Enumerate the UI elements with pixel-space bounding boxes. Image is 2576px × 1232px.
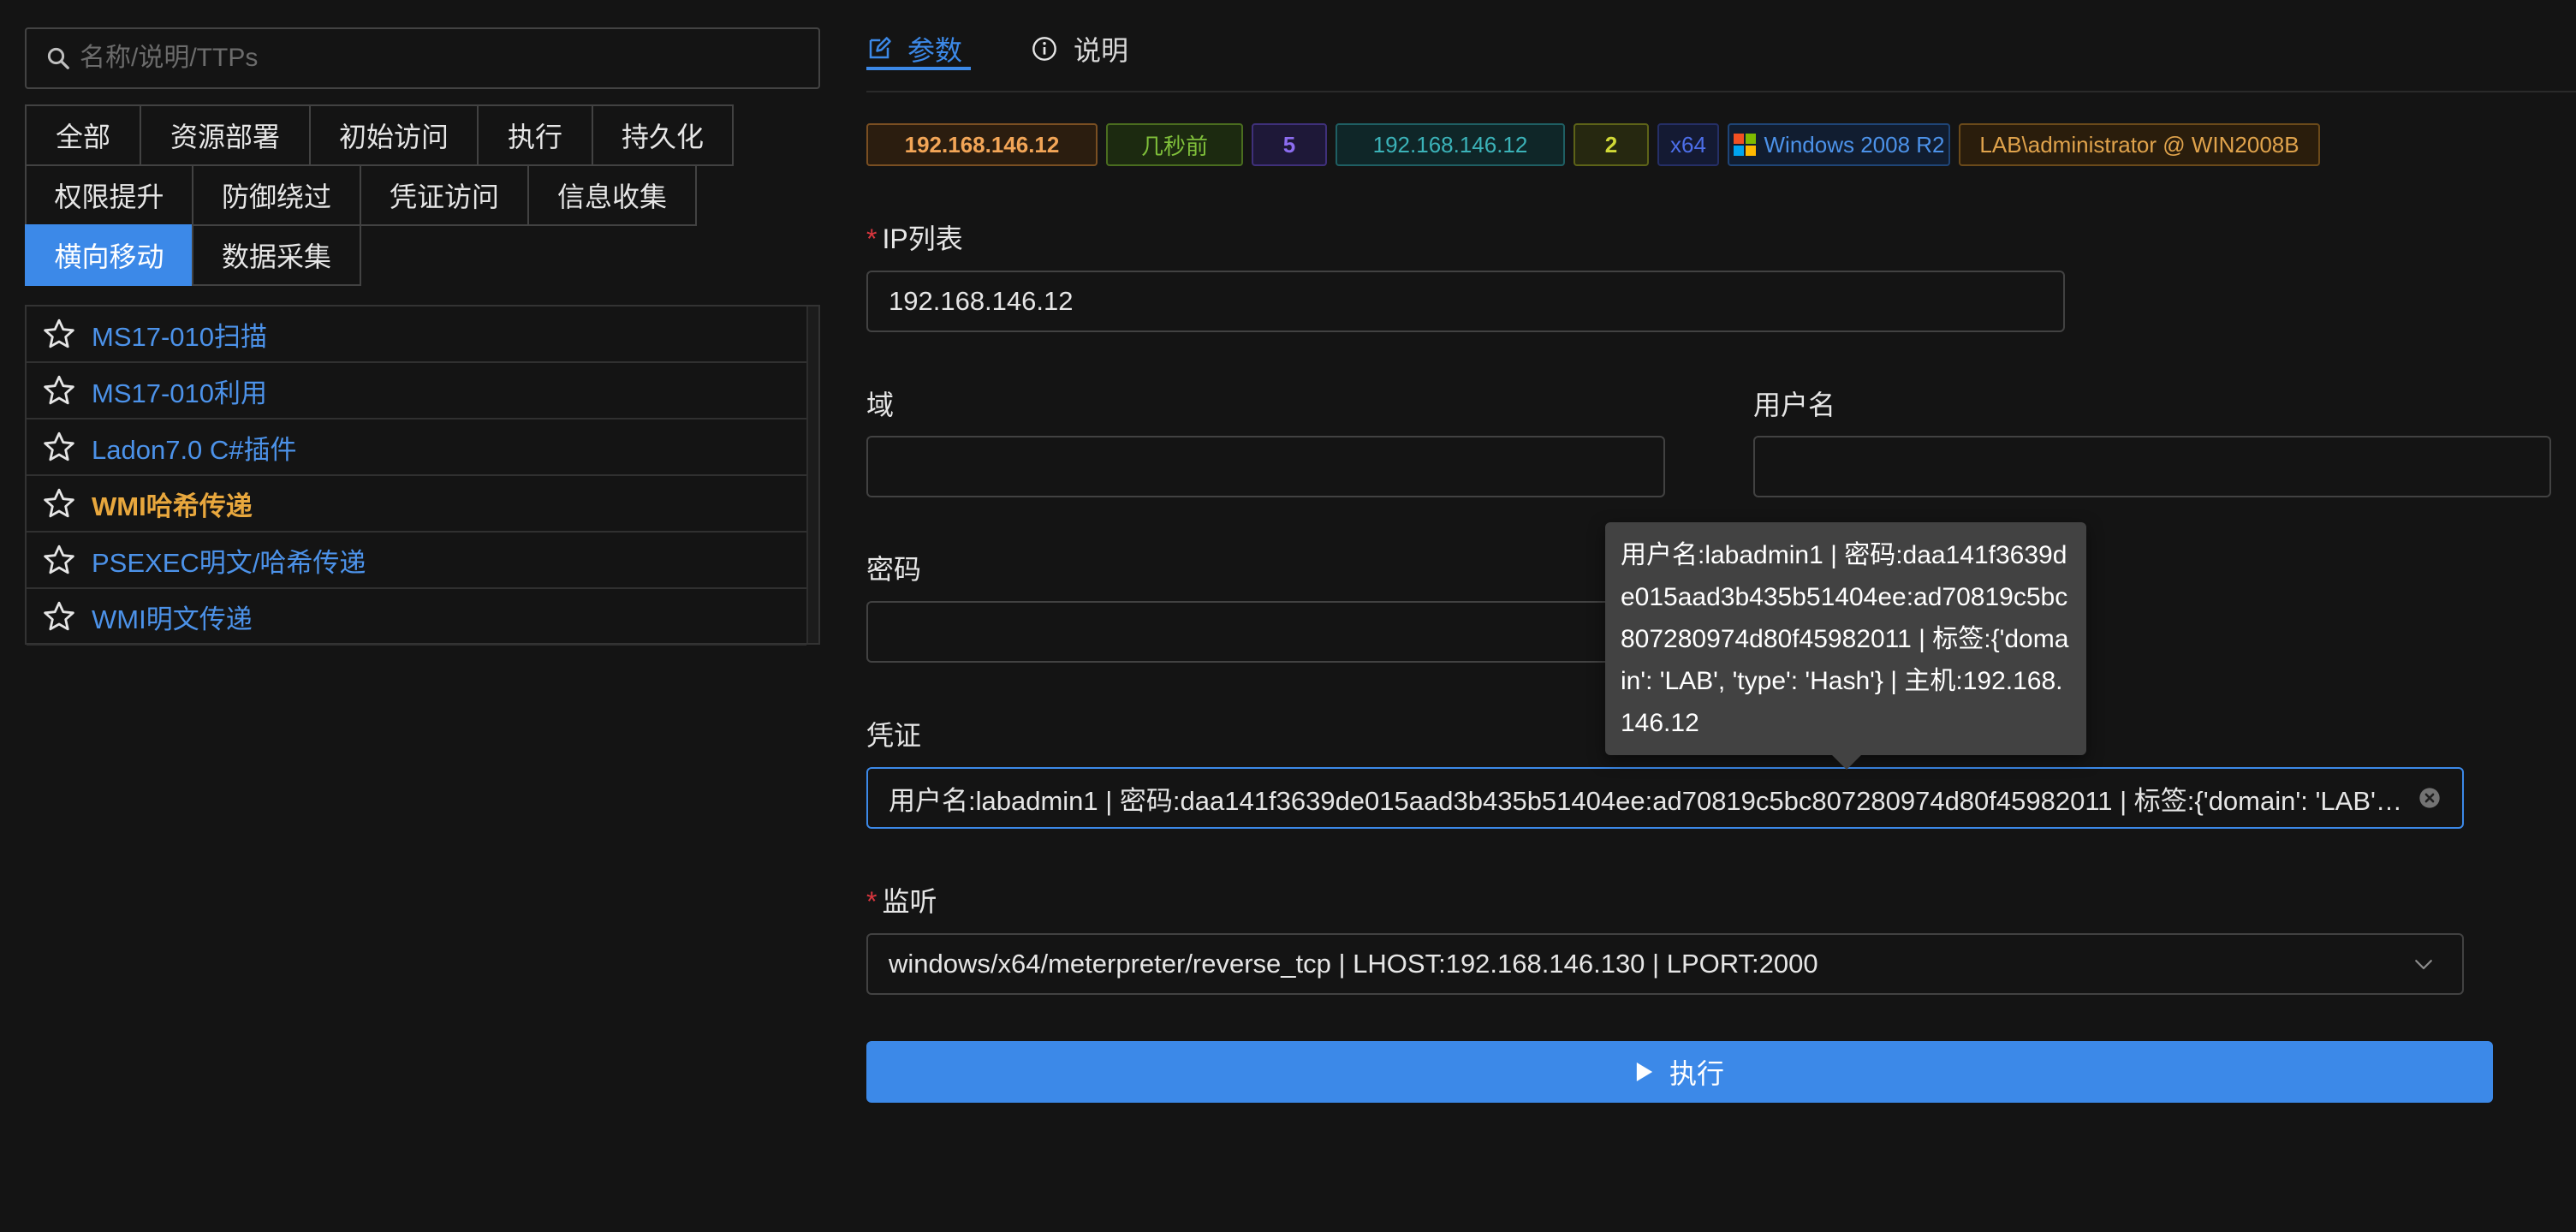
category-privilege-escalation-button[interactable]: 权限提升 <box>25 164 193 226</box>
listener-label-text: 监听 <box>882 886 937 917</box>
module-label[interactable]: MS17-010利用 <box>92 372 267 410</box>
info-icon <box>1032 37 1056 61</box>
category-resource-development-button[interactable]: 资源部署 <box>140 104 311 166</box>
listener-select[interactable]: windows/x64/meterpreter/reverse_tcp | LH… <box>866 933 2464 995</box>
domain-label: 域 <box>866 390 895 420</box>
category-collection-button[interactable]: 数据采集 <box>192 224 361 286</box>
module-list-item[interactable]: PSEXEC明文/哈希传递 <box>27 533 806 589</box>
category-all-button[interactable]: 全部 <box>25 104 141 166</box>
clear-icon[interactable] <box>2418 786 2442 810</box>
edit-icon <box>869 37 891 59</box>
play-icon <box>1636 1062 1653 1081</box>
module-list-scrollbar[interactable] <box>806 307 818 643</box>
module-label[interactable]: PSEXEC明文/哈希传递 <box>92 541 366 580</box>
search-icon <box>47 47 69 69</box>
category-execution-button[interactable]: 执行 <box>477 104 593 166</box>
tooltip-text: 用户名:labadmin1 | 密码:daa141f3639de015aad3b… <box>1621 541 2069 737</box>
module-label[interactable]: WMI明文传递 <box>92 598 253 636</box>
session-host-ip-badge: 192.168.146.12 <box>1336 123 1565 166</box>
session-arch-badge: x64 <box>1657 123 1719 166</box>
tab-active-indicator <box>866 67 971 70</box>
search-box[interactable] <box>25 27 820 89</box>
tab-info-label[interactable]: 说明 <box>1074 29 1128 68</box>
category-lateral-movement-button[interactable]: 横向移动 <box>25 224 193 286</box>
chevron-down-icon[interactable] <box>2411 951 2436 977</box>
tab-params-label[interactable]: 参数 <box>907 29 962 68</box>
session-ip-badge: 192.168.146.12 <box>866 123 1098 166</box>
module-label[interactable]: MS17-010扫描 <box>92 315 267 354</box>
username-label: 用户名 <box>1753 390 1836 420</box>
ip-list-value[interactable]: 192.168.146.12 <box>889 286 2063 317</box>
ip-list-label: * IP列表 <box>866 217 963 257</box>
star-icon[interactable] <box>42 373 76 408</box>
domain-input[interactable] <box>866 436 1665 497</box>
password-label: 密码 <box>866 554 922 585</box>
ip-list-input[interactable]: 192.168.146.12 <box>866 271 2065 332</box>
search-input[interactable] <box>80 44 816 73</box>
star-icon[interactable] <box>42 317 76 351</box>
star-icon[interactable] <box>42 430 76 464</box>
category-defense-evasion-button[interactable]: 防御绕过 <box>192 164 361 226</box>
module-list-item[interactable]: WMI明文传递 <box>27 589 806 646</box>
category-initial-access-button[interactable]: 初始访问 <box>309 104 479 166</box>
password-input[interactable] <box>866 601 1665 663</box>
category-discovery-button[interactable]: 信息收集 <box>527 164 697 226</box>
required-mark: * <box>866 886 878 917</box>
credential-label: 凭证 <box>866 720 922 751</box>
execute-button[interactable]: 执行 <box>866 1041 2493 1103</box>
module-list-item[interactable]: MS17-010扫描 <box>27 307 806 363</box>
module-list-item[interactable]: Ladon7.0 C#插件 <box>27 420 806 476</box>
tab-params[interactable]: 参数 <box>866 29 971 70</box>
category-persistence-button[interactable]: 持久化 <box>592 104 734 166</box>
ip-list-label-text: IP列表 <box>882 223 963 254</box>
required-mark: * <box>866 223 878 254</box>
tab-bar: 参数 说明 <box>866 0 2576 92</box>
category-credential-access-button[interactable]: 凭证访问 <box>360 164 529 226</box>
tooltip-arrow <box>1832 741 1861 770</box>
listener-value[interactable]: windows/x64/meterpreter/reverse_tcp | LH… <box>889 949 2400 979</box>
star-icon[interactable] <box>42 486 76 521</box>
tab-info[interactable]: 说明 <box>1031 29 1128 68</box>
session-os-badge: Windows 2008 R2 <box>1728 123 1950 166</box>
credential-value[interactable]: 用户名:labadmin1 | 密码:daa141f3639de015aad3b… <box>889 779 2407 818</box>
windows-logo-icon <box>1733 134 1756 156</box>
session-count-badge: 2 <box>1574 123 1649 166</box>
session-id-badge: 5 <box>1252 123 1327 166</box>
session-user-badge: LAB\administrator @ WIN2008B <box>1959 123 2320 166</box>
execute-button-label[interactable]: 执行 <box>1669 1052 1724 1092</box>
module-label[interactable]: WMI哈希传递 <box>92 485 253 523</box>
listener-label: * 监听 <box>866 880 937 920</box>
username-input[interactable] <box>1753 436 2551 497</box>
session-time-badge: 几秒前 <box>1106 123 1243 166</box>
star-icon[interactable] <box>42 599 76 634</box>
module-list: MS17-010扫描 MS17-010利用 Ladon7.0 C#插件 WMI哈… <box>25 305 820 646</box>
module-list-item-selected[interactable]: WMI哈希传递 <box>27 476 806 533</box>
credential-select[interactable]: 用户名:labadmin1 | 密码:daa141f3639de015aad3b… <box>866 767 2464 829</box>
module-list-item[interactable]: MS17-010利用 <box>27 363 806 420</box>
session-os-label: Windows 2008 R2 <box>1764 131 1945 158</box>
credential-tooltip: 用户名:labadmin1 | 密码:daa141f3639de015aad3b… <box>1605 522 2086 770</box>
module-label[interactable]: Ladon7.0 C#插件 <box>92 428 297 467</box>
star-icon[interactable] <box>42 543 76 577</box>
session-badges: 192.168.146.12 几秒前 5 192.168.146.12 2 x6… <box>866 123 2329 166</box>
category-tag-grid: 全部 资源部署 初始访问 执行 持久化 权限提升 防御绕过 凭证访问 信息收集 … <box>25 104 821 286</box>
